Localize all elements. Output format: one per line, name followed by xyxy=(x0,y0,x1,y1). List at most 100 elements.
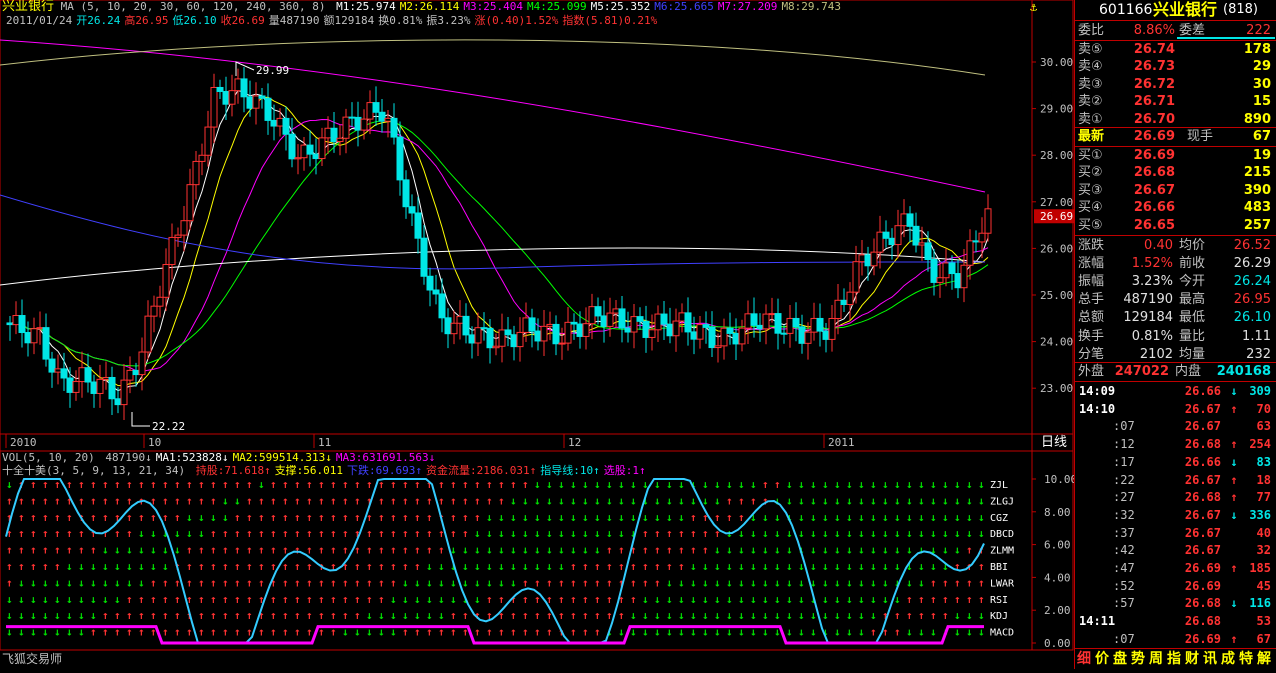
order-book-row[interactable]: 卖② 26.71 15 xyxy=(1075,92,1275,111)
stat-row: 分笔 2102 均量 232 xyxy=(1075,345,1275,364)
candle-body xyxy=(570,321,578,325)
candle-body xyxy=(768,313,776,316)
arrow-up-icon: ↑ xyxy=(222,593,229,606)
arrow-down-icon: ↓ xyxy=(726,478,733,491)
bottom-tab[interactable]: 财 xyxy=(1185,649,1199,669)
order-book-row[interactable]: 卖③ 26.72 30 xyxy=(1075,75,1275,94)
arrow-down-icon: ↓ xyxy=(810,494,817,507)
candle-body xyxy=(282,117,290,135)
stock-header: 601166 兴业银行 (818) xyxy=(1075,0,1275,20)
arrow-up-icon: ↑ xyxy=(630,560,637,573)
arrow-down-icon: ↓ xyxy=(762,576,769,589)
arrow-down-icon: ↓ xyxy=(174,527,181,540)
arrow-down-icon: ↓ xyxy=(510,576,517,589)
arrow-up-icon: ↑ xyxy=(570,626,577,639)
arrow-up-icon: ↑ xyxy=(222,609,229,622)
arrow-down-icon: ↓ xyxy=(966,527,973,540)
arrow-down-icon: ↓ xyxy=(762,511,769,524)
stat-label: 最低 xyxy=(1179,310,1206,326)
tick-volume: 70 xyxy=(1256,401,1271,416)
bottom-tab[interactable]: 指 xyxy=(1167,649,1181,669)
arrow-down-icon: ↓ xyxy=(858,576,865,589)
bottom-tab[interactable]: 价 xyxy=(1095,649,1109,669)
arrow-up-icon: ↑ xyxy=(438,494,445,507)
arrow-down-icon: ↓ xyxy=(870,609,877,622)
lock-icon[interactable]: ⚓ xyxy=(1030,1,1044,13)
arrow-up-icon: ↑ xyxy=(114,527,121,540)
order-book-row[interactable]: 买④ 26.66 483 xyxy=(1075,198,1275,217)
order-book-row[interactable]: 卖④ 26.73 29 xyxy=(1075,57,1275,76)
candle-body xyxy=(666,323,674,337)
arrow-down-icon: ↓ xyxy=(858,478,865,491)
order-book-row[interactable]: 买⑤ 26.65 257 xyxy=(1075,216,1275,235)
arrow-down-icon: ↓ xyxy=(534,511,541,524)
arrow-up-icon: ↑ xyxy=(66,544,73,557)
tick-price: 26.69 xyxy=(1184,561,1221,575)
order-book-row[interactable]: 卖① 26.70 890 xyxy=(1075,110,1275,129)
arrow-up-icon: ↑ xyxy=(450,511,457,524)
order-volume: 215 xyxy=(1243,165,1271,181)
ma-header: 兴业银行 MA (5, 10, 20, 30, 60, 120, 240, 36… xyxy=(2,0,841,14)
candle-body xyxy=(252,95,260,109)
arrow-down-icon: ↓ xyxy=(918,576,925,589)
arrow-up-icon: ↑ xyxy=(414,527,421,540)
bottom-tab[interactable]: 解 xyxy=(1257,649,1271,669)
tick-price: 26.68 xyxy=(1184,614,1221,629)
chart-canvas[interactable]: ↓ ↑ ↑ ↑ ↑ ↑ ↑ ↑ ↑ ↑ ↑ ↑ ↑ ↑ ↑ ↑ ↑ ↑ ↑ ↑ ↑ ↓ ↑ ↑ ↑ ↑ ↑ ↑ ↑ ↑ ↑ ↑ ↑ ↑ ↑ ↑ ↑ ↑ ↑ ↑… xyxy=(0,0,1077,669)
arrow-up-icon: ↑ xyxy=(366,593,373,606)
arrow-down-icon: ↓ xyxy=(954,527,961,540)
arrow-up-icon: ↑ xyxy=(78,478,85,491)
arrow-down-icon: ↓ xyxy=(798,494,805,507)
arrow-down-icon: ↓ xyxy=(702,576,709,589)
indicator-row-label: MACD xyxy=(990,628,1014,639)
order-book-row[interactable]: 卖⑤ 26.74 178 xyxy=(1075,40,1275,59)
order-book-row[interactable]: 买③ 26.67 390 xyxy=(1075,181,1275,200)
bottom-tab[interactable]: 讯 xyxy=(1203,649,1217,669)
chart-area[interactable]: ↓ ↑ ↑ ↑ ↑ ↑ ↑ ↑ ↑ ↑ ↑ ↑ ↑ ↑ ↑ ↑ ↑ ↑ ↑ ↑ ↑ ↓ ↑ ↑ ↑ ↑ ↑ ↑ ↑ ↑ ↑ ↑ ↑ ↑ ↑ ↑ ↑ ↑ ↑ ↑… xyxy=(0,0,1077,669)
arrow-up-icon: ↑ xyxy=(306,593,313,606)
bottom-tab[interactable]: 盘 xyxy=(1113,649,1127,669)
candle-body xyxy=(228,90,236,105)
stat-value: 3.23% xyxy=(1131,274,1173,290)
arrow-down-icon: ↓ xyxy=(18,609,25,622)
arrow-up-icon: ↑ xyxy=(918,609,925,622)
arrow-down-icon: ↓ xyxy=(774,527,781,540)
arrow-up-icon: ↑ xyxy=(162,494,169,507)
order-level-label: 卖③ xyxy=(1078,76,1103,92)
arrow-down-icon: ↓ xyxy=(774,544,781,557)
candle-body xyxy=(204,126,212,156)
candle-body xyxy=(192,160,200,186)
lower-y-tick-label: 8.00 xyxy=(1044,506,1071,519)
arrow-up-icon: ↑ xyxy=(534,626,541,639)
lower-y-tick-label: 6.00 xyxy=(1044,539,1071,552)
arrow-up-icon: ↑ xyxy=(282,593,289,606)
vol-values-item: MA3:631691.563↓ xyxy=(335,451,436,464)
bottom-tab[interactable]: 势 xyxy=(1131,649,1145,669)
bottom-tab[interactable]: 细 xyxy=(1077,649,1091,669)
period-label[interactable]: 日线 xyxy=(1041,436,1067,450)
bottom-tab[interactable]: 周 xyxy=(1149,649,1163,669)
arrow-up-icon: ↑ xyxy=(1230,490,1238,505)
arrow-down-icon: ↓ xyxy=(834,544,841,557)
arrow-up-icon: ↑ xyxy=(678,560,685,573)
arrow-up-icon: ↑ xyxy=(942,576,949,589)
tick-price: 26.67 xyxy=(1184,472,1221,487)
arrow-up-icon: ↑ xyxy=(426,527,433,540)
stat-value: 0.40 xyxy=(1144,238,1173,253)
arrow-down-icon: ↓ xyxy=(726,609,733,622)
order-book-row[interactable]: 买② 26.68 215 xyxy=(1075,163,1275,182)
arrow-down-icon: ↓ xyxy=(762,609,769,622)
bottom-tab[interactable]: 成 xyxy=(1221,649,1235,669)
arrow-down-icon: ↓ xyxy=(174,544,181,557)
arrow-down-icon: ↓ xyxy=(834,626,841,639)
arrow-up-icon: ↑ xyxy=(1230,401,1238,416)
bottom-tab[interactable]: 特 xyxy=(1239,649,1253,669)
tick-volume: 116 xyxy=(1249,596,1271,611)
arrow-down-icon: ↓ xyxy=(774,560,781,573)
arrow-up-icon: ↑ xyxy=(198,593,205,606)
arrow-down-icon: ↓ xyxy=(30,593,37,606)
arrow-down-icon: ↓ xyxy=(630,511,637,524)
candle-body xyxy=(312,153,320,160)
current-price-label: 26.69 xyxy=(1040,210,1073,223)
order-book-row[interactable]: 买① 26.69 19 xyxy=(1075,146,1275,165)
